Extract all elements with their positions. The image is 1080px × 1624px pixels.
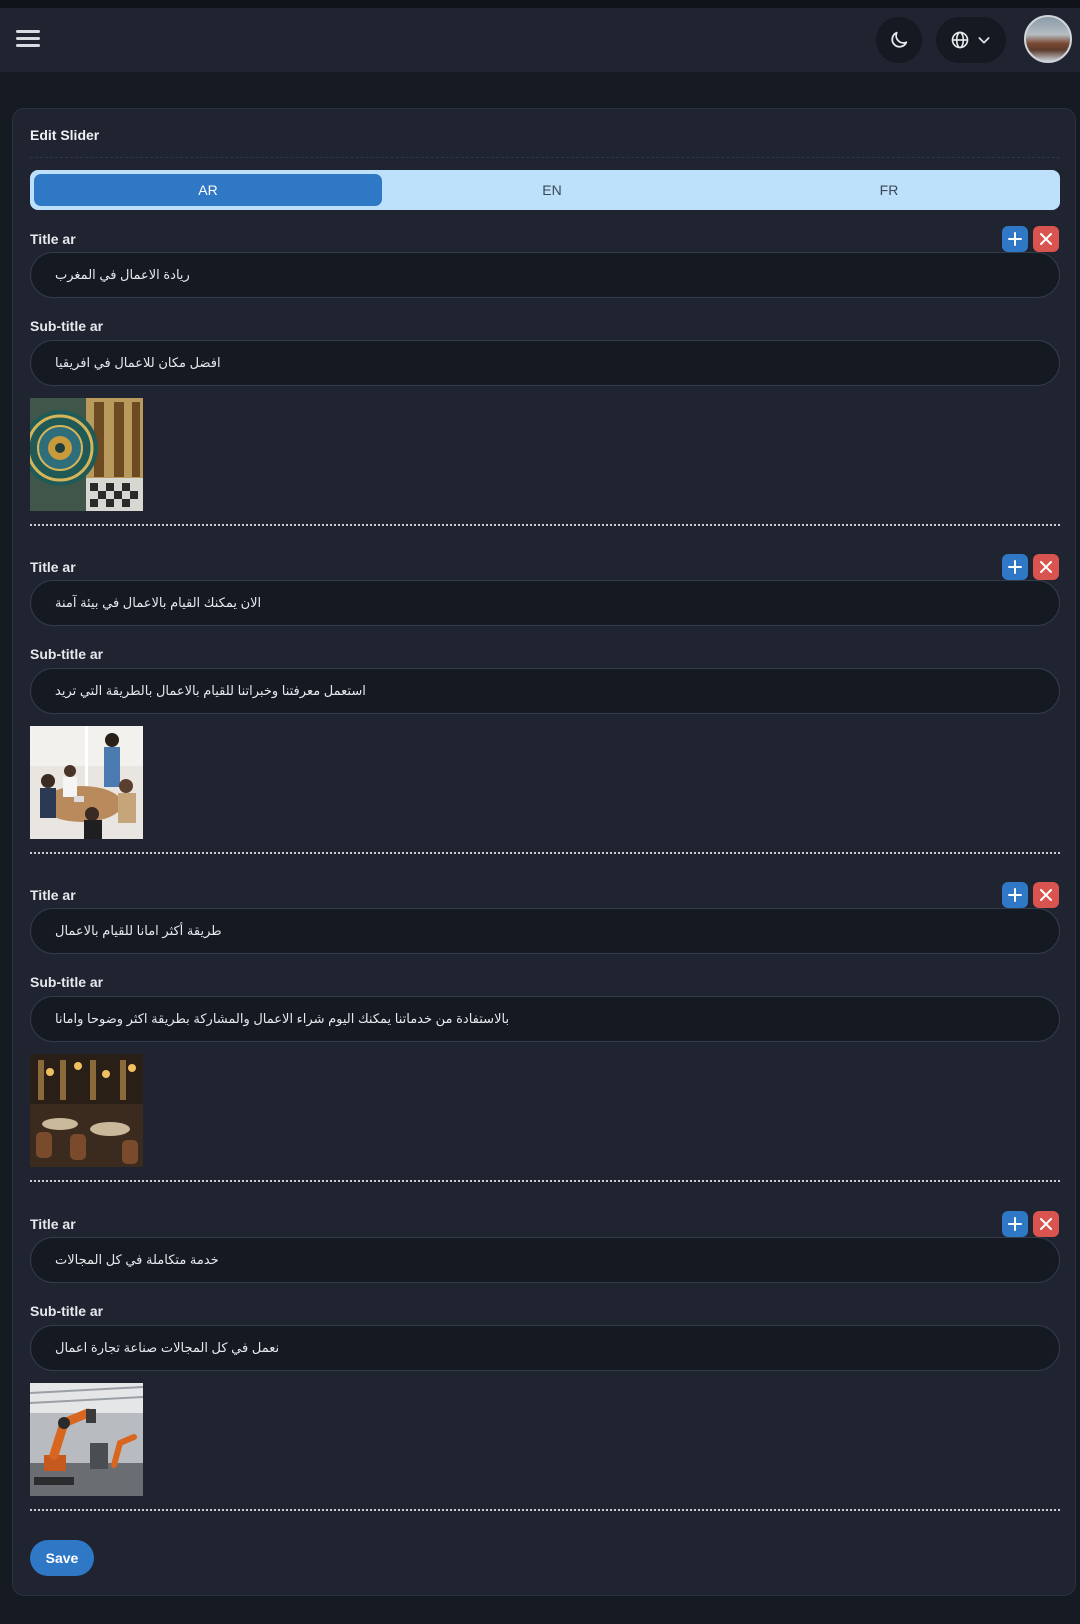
plus-icon	[1008, 560, 1022, 574]
title-label: Title ar	[30, 231, 76, 247]
title-label: Title ar	[30, 1216, 76, 1232]
subtitle-value: نعمل في كل المجالات صناعة تجارة اعمال	[55, 1340, 280, 1355]
item-divider	[30, 1509, 1060, 1511]
title-value: الان يمكنك القيام بالاعمال في بيئة آمنة	[55, 595, 262, 610]
item-divider	[30, 524, 1060, 526]
slider-image[interactable]	[30, 1054, 143, 1167]
restaurant-interior-image	[30, 1054, 143, 1167]
slider-item: Title ar طريقة أكثر امانا للقيام بالاعما…	[30, 881, 1060, 1209]
close-icon	[1040, 889, 1052, 901]
plus-icon	[1008, 1217, 1022, 1231]
subtitle-label: Sub-title ar	[30, 646, 104, 662]
theme-toggle-button[interactable]	[876, 17, 922, 63]
subtitle-label: Sub-title ar	[30, 318, 104, 334]
slider-image[interactable]	[30, 726, 143, 839]
title-value: ريادة الاعمال في المغرب	[55, 267, 190, 282]
subtitle-input[interactable]: افضل مكان للاعمال في افريقيا	[30, 340, 1060, 386]
chevron-down-icon	[978, 37, 990, 44]
subtitle-label: Sub-title ar	[30, 974, 104, 990]
remove-item-button[interactable]	[1033, 882, 1059, 908]
moroccan-architecture-image	[30, 398, 143, 511]
subtitle-input[interactable]: بالاستفادة من خدماتنا يمكنك اليوم شراء ا…	[30, 996, 1060, 1042]
title-label: Title ar	[30, 887, 76, 903]
add-item-button[interactable]	[1002, 1211, 1028, 1237]
title-value: طريقة أكثر امانا للقيام بالاعمال	[55, 923, 222, 938]
slider-image[interactable]	[30, 398, 143, 511]
item-divider	[30, 1180, 1060, 1182]
tab-en[interactable]: EN	[382, 174, 722, 206]
slider-image[interactable]	[30, 1383, 143, 1496]
subtitle-input[interactable]: نعمل في كل المجالات صناعة تجارة اعمال	[30, 1325, 1060, 1371]
menu-icon[interactable]	[14, 26, 42, 54]
moon-icon	[891, 31, 908, 48]
tab-fr[interactable]: FR	[722, 174, 1056, 206]
add-item-button[interactable]	[1002, 882, 1028, 908]
language-selector-button[interactable]	[936, 17, 1006, 63]
remove-item-button[interactable]	[1033, 226, 1059, 252]
subtitle-label: Sub-title ar	[30, 1303, 104, 1319]
close-icon	[1040, 233, 1052, 245]
top-bar	[0, 8, 1080, 72]
subtitle-value: بالاستفادة من خدماتنا يمكنك اليوم شراء ا…	[55, 1011, 510, 1026]
save-button[interactable]: Save	[30, 1540, 94, 1576]
remove-item-button[interactable]	[1033, 554, 1059, 580]
subtitle-value: استعمل معرفتنا وخبراتنا للقيام بالاعمال …	[55, 683, 366, 698]
title-label: Title ar	[30, 559, 76, 575]
subtitle-input[interactable]: استعمل معرفتنا وخبراتنا للقيام بالاعمال …	[30, 668, 1060, 714]
slider-item: Title ar ريادة الاعمال في المغرب Sub-tit…	[30, 225, 1060, 553]
title-input[interactable]: ريادة الاعمال في المغرب	[30, 252, 1060, 298]
plus-icon	[1008, 232, 1022, 246]
tab-ar[interactable]: AR	[34, 174, 382, 206]
card-header-divider	[30, 157, 1060, 158]
close-icon	[1040, 1218, 1052, 1230]
slider-item: Title ar الان يمكنك القيام بالاعمال في ب…	[30, 553, 1060, 881]
globe-icon	[951, 31, 969, 49]
title-value: خدمة متكاملة في كل المجالات	[55, 1252, 219, 1267]
top-strip	[0, 0, 1080, 8]
add-item-button[interactable]	[1002, 554, 1028, 580]
title-input[interactable]: الان يمكنك القيام بالاعمال في بيئة آمنة	[30, 580, 1060, 626]
item-divider	[30, 852, 1060, 854]
user-avatar[interactable]	[1024, 15, 1072, 63]
card-title: Edit Slider	[30, 127, 100, 143]
plus-icon	[1008, 888, 1022, 902]
industrial-robot-image	[30, 1383, 143, 1496]
subtitle-value: افضل مكان للاعمال في افريقيا	[55, 355, 221, 370]
title-input[interactable]: طريقة أكثر امانا للقيام بالاعمال	[30, 908, 1060, 954]
add-item-button[interactable]	[1002, 226, 1028, 252]
slider-item: Title ar خدمة متكاملة في كل المجالات Sub…	[30, 1210, 1060, 1538]
edit-slider-card: Edit Slider AR EN FR Title ar ريادة الاع…	[12, 108, 1076, 1596]
close-icon	[1040, 561, 1052, 573]
language-tabs: AR EN FR	[30, 170, 1060, 210]
business-meeting-image	[30, 726, 143, 839]
title-input[interactable]: خدمة متكاملة في كل المجالات	[30, 1237, 1060, 1283]
remove-item-button[interactable]	[1033, 1211, 1059, 1237]
